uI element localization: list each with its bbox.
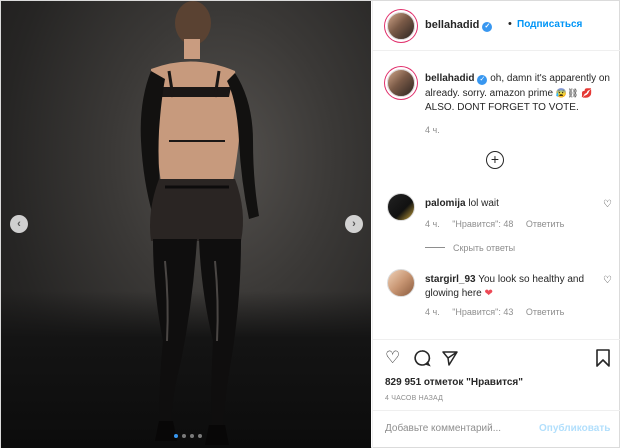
hide-replies-button[interactable]: Скрыть ответы: [425, 243, 515, 253]
verified-badge-icon: ✓: [477, 75, 488, 85]
avatar[interactable]: [387, 269, 415, 297]
avatar[interactable]: [387, 12, 415, 40]
post-actions: ♡ 829 951 отметок "Нравится" 4 ЧАСОВ НАЗ…: [373, 339, 620, 448]
caption-username[interactable]: bellahadid: [425, 73, 474, 84]
red-heart-emoji-icon: ❤: [484, 288, 493, 299]
comment-meta: 4 ч. "Нравится": 48 Ответить: [425, 219, 574, 229]
reply-button[interactable]: Ответить: [526, 219, 564, 229]
share-icon[interactable]: [441, 349, 459, 370]
chevron-left-icon[interactable]: ‹: [10, 215, 28, 233]
chevron-right-icon[interactable]: ›: [345, 215, 363, 233]
add-comment-bar: Опубликовать: [373, 410, 620, 448]
list-item: stargirl_93 You look so healthy and glow…: [387, 269, 612, 329]
comment-username[interactable]: palomija: [425, 198, 466, 209]
comment-body: lol wait: [468, 198, 499, 209]
hide-replies-label[interactable]: Скрыть ответы: [453, 243, 515, 253]
header-separator: •: [508, 18, 512, 30]
comment-meta: 4 ч. "Нравится": 43 Ответить: [425, 307, 574, 317]
comment-likes[interactable]: "Нравится": 48: [452, 219, 513, 229]
plus-circle-icon[interactable]: +: [486, 151, 504, 169]
post-header: bellahadid ✓ • Подписаться: [373, 1, 620, 51]
caption-text: bellahadid ✓ oh, damn it's apparently on …: [425, 72, 617, 115]
list-item: palomija lol wait ♡ 4 ч. "Нравится": 48 …: [387, 193, 612, 243]
comment-text: palomija lol wait: [425, 197, 605, 211]
carousel-dot: [174, 434, 178, 438]
divider: [425, 247, 445, 248]
instagram-post: ‹ › bellahadid ✓ • Подписаться bellahadid…: [0, 0, 620, 448]
carousel-dot: [182, 434, 186, 438]
heart-icon[interactable]: ♡: [603, 275, 612, 286]
caption-body-2: ALSO. DONT FORGET TO VOTE.: [425, 102, 579, 113]
bookmark-icon[interactable]: [595, 349, 611, 370]
lips-emoji-icon: 💋: [581, 88, 593, 98]
username-text[interactable]: bellahadid: [425, 19, 479, 31]
carousel-dot: [190, 434, 194, 438]
carousel-dots: [174, 434, 202, 438]
heart-icon[interactable]: ♡: [385, 349, 400, 366]
avatar[interactable]: [387, 69, 415, 97]
avatar[interactable]: [387, 193, 415, 221]
reply-button[interactable]: Ответить: [526, 307, 564, 317]
header-username[interactable]: bellahadid ✓: [425, 19, 493, 32]
follow-button[interactable]: Подписаться: [517, 19, 582, 30]
verified-badge-icon: ✓: [482, 22, 493, 32]
comment-time[interactable]: 4 ч.: [425, 219, 440, 229]
post-photo[interactable]: ‹ ›: [1, 1, 371, 448]
likes-count[interactable]: 829 951 отметок "Нравится": [385, 377, 523, 388]
comment-time[interactable]: 4 ч.: [425, 307, 440, 317]
model-figure: [140, 1, 259, 445]
carousel-dot: [198, 434, 202, 438]
post-side-panel: bellahadid ✓ • Подписаться bellahadid ✓ oh…: [372, 1, 620, 448]
comment-icon[interactable]: [413, 349, 431, 370]
comment-username[interactable]: stargirl_93: [425, 274, 476, 285]
comment-input[interactable]: [385, 423, 535, 434]
comment-text: stargirl_93 You look so healthy and glow…: [425, 273, 605, 301]
comment-likes[interactable]: "Нравится": 43: [452, 307, 513, 317]
publish-button[interactable]: Опубликовать: [539, 423, 610, 434]
chain-emoji-icon: ⛓: [567, 88, 579, 98]
caption-time[interactable]: 4 ч.: [425, 125, 440, 135]
posted-time[interactable]: 4 ЧАСОВ НАЗАД: [385, 395, 443, 402]
heart-icon[interactable]: ♡: [603, 199, 612, 210]
sad-face-emoji-icon: 😰: [555, 88, 568, 98]
